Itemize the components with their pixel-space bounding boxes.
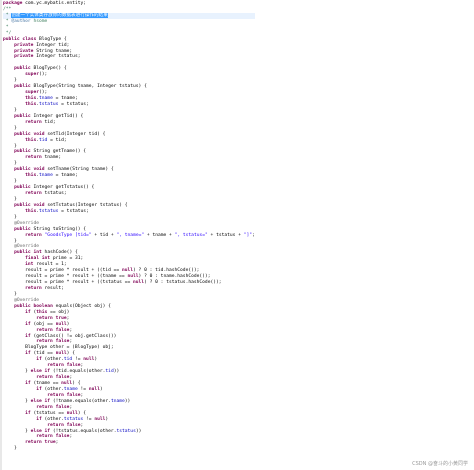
code-content[interactable]: package com.yc.mybatis.entity;/** * 创建一个… [3,1,255,452]
watermark: CSDN @奋斗的小黄同学 [412,461,468,467]
code-line[interactable]: return "GoodsType [tid=" + tid + ", tnam… [3,233,255,239]
editor-gutter [0,0,2,470]
code-editor[interactable]: package com.yc.mybatis.entity;/** * 创建一个… [0,0,474,470]
code-line[interactable]: } [3,446,255,452]
